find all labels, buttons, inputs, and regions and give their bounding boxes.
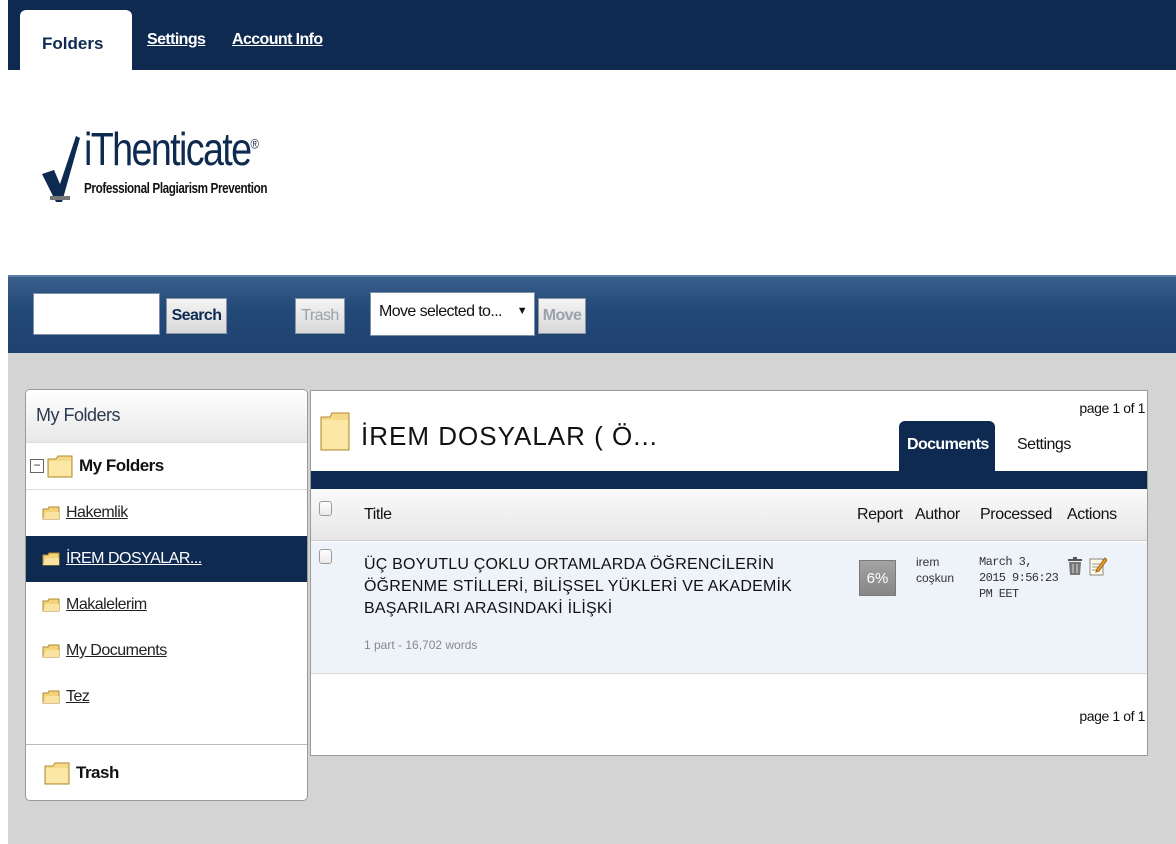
pagination-bottom: page 1 of 1 [1079,708,1145,724]
folder-icon [42,598,60,612]
collapse-icon[interactable]: − [30,459,44,473]
table-row: ÜÇ BOYUTLU ÇOKLU ORTAMLARDA ÖĞRENCİLERİN… [311,542,1147,674]
folder-title: İREM DOSYALAR ( Ö... [361,421,658,451]
folder-icon [320,412,350,451]
processed-line: PM EET [979,587,1019,601]
folder-item-label: Makalelerim [66,596,147,613]
toolbar: Search Trash Move selected to... ▼ Move [8,275,1176,353]
trash-folder-icon [44,762,70,784]
tab-folders[interactable]: Folders [20,10,132,70]
logo-tagline: Professional Plagiarism Prevention [84,180,268,197]
row-actions [1067,556,1107,576]
author-line: coşkun [916,571,955,585]
document-author: irem coşkun [916,554,954,586]
column-processed[interactable]: Processed [980,506,1052,524]
processed-line: March 3, [979,555,1032,569]
checkmark-logo-icon [42,136,80,202]
edit-icon[interactable] [1089,556,1107,576]
folder-icon [42,644,60,658]
similarity-report-badge[interactable]: 6% [859,560,896,596]
move-button[interactable]: Move [538,298,586,334]
column-actions: Actions [1067,506,1117,523]
folder-item-tez[interactable]: Tez [26,674,307,720]
trash-button[interactable]: Trash [295,298,345,334]
column-title[interactable]: Title [364,506,392,524]
pagination-top: page 1 of 1 [1079,400,1145,416]
top-nav: Folders Settings Account Info [8,0,1176,70]
dropdown-arrow-icon: ▼ [516,305,528,317]
folder-panel: My Folders − My Folders Hakemlik İREM DO… [25,389,308,801]
content-area: My Folders − My Folders Hakemlik İREM DO… [8,353,1176,844]
column-report[interactable]: Report [857,506,903,524]
column-author[interactable]: Author [915,506,960,524]
folder-icon [42,552,60,566]
folder-root[interactable]: − My Folders [26,442,307,490]
ithenticate-logo: iThenticate® Professional Plagiarism Pre… [40,122,300,212]
document-meta: 1 part - 16,702 words [364,638,478,652]
folder-item-my-documents[interactable]: My Documents [26,628,307,674]
select-all-checkbox[interactable] [319,501,332,516]
tab-settings[interactable]: Settings [1017,436,1071,454]
move-selected-value: Move selected to... [379,303,502,320]
row-checkbox[interactable] [319,549,332,564]
documents-panel: İREM DOSYALAR ( Ö... page 1 of 1 Documen… [310,390,1148,756]
author-line: irem [916,555,940,569]
logo-brand: iThenticate® [84,123,259,175]
tab-documents[interactable]: Documents [899,421,995,471]
folder-item-label: Hakemlik [66,504,128,521]
folder-panel-header: My Folders [26,390,307,442]
trash-icon[interactable] [1067,556,1083,576]
processed-line: 2015 9:56:23 [979,571,1059,585]
folder-icon [42,506,60,520]
folder-item-makalelerim[interactable]: Makalelerim [26,582,307,628]
trash-folder[interactable]: Trash [26,744,307,800]
account-info-link[interactable]: Account Info [232,31,323,49]
folder-root-label: My Folders [79,456,164,475]
move-selected-dropdown[interactable]: Move selected to... ▼ [370,292,535,336]
table-header: Title Report Author Processed Actions [311,489,1147,541]
processed-date: March 3, 2015 9:56:23 PM EET [979,554,1059,602]
search-input[interactable] [33,293,160,335]
folder-item-label: My Documents [66,642,167,659]
folder-item-irem-dosyalar[interactable]: İREM DOSYALAR... [26,536,307,582]
header-band [311,471,1147,489]
folder-icon [47,455,73,478]
document-title[interactable]: ÜÇ BOYUTLU ÇOKLU ORTAMLARDA ÖĞRENCİLERİN… [364,554,834,620]
search-button[interactable]: Search [166,298,227,334]
folder-icon [42,690,60,704]
folder-item-label: Tez [66,688,90,705]
folder-item-hakemlik[interactable]: Hakemlik [26,490,307,536]
folder-item-label: İREM DOSYALAR... [66,550,202,567]
settings-link[interactable]: Settings [147,31,206,49]
trash-folder-label: Trash [76,762,119,782]
